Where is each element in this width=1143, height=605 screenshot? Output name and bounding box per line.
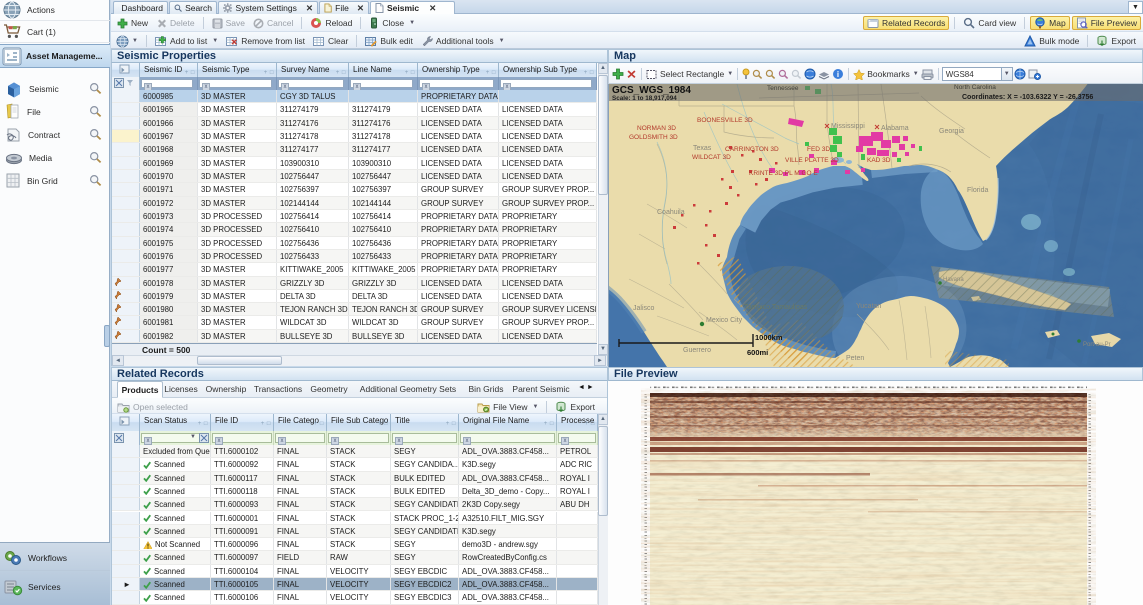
svg-text:Peten: Peten: [846, 355, 864, 362]
svg-text:Mexico City: Mexico City: [706, 317, 743, 324]
svg-text:Florida: Florida: [967, 187, 989, 194]
svg-text:CARRINGTON 3D: CARRINGTON 3D: [725, 146, 779, 153]
svg-text:600mi: 600mi: [747, 348, 768, 357]
svg-text:Yucatan: Yucatan: [856, 303, 881, 310]
svg-text:KAD 3D: KAD 3D: [867, 157, 891, 164]
svg-text:KRINTE 3D PL M GO E: KRINTE 3D PL M GO E: [749, 170, 818, 177]
svg-text:Port-au-Pr: Port-au-Pr: [1083, 342, 1111, 348]
svg-text:Alabama: Alabama: [881, 125, 909, 132]
svg-text:1000km: 1000km: [755, 333, 783, 342]
svg-text:Coordinates: X = -103.6322 Y =: Coordinates: X = -103.6322 Y = -26.3756: [962, 94, 1093, 101]
svg-text:Tennessee: Tennessee: [767, 85, 799, 92]
svg-text:GOLDSMITH 3D: GOLDSMITH 3D: [629, 134, 678, 141]
svg-text:WILDCAT 3D: WILDCAT 3D: [692, 154, 731, 161]
svg-text:NORMAN 3D: NORMAN 3D: [637, 125, 676, 132]
svg-text:Havana: Havana: [943, 277, 964, 283]
svg-text:Scale: 1 to 18,917,094: Scale: 1 to 18,917,094: [612, 95, 677, 102]
svg-text:i: i: [837, 70, 839, 79]
svg-text:Jalisco: Jalisco: [633, 305, 655, 312]
svg-text:Coahuila: Coahuila: [657, 209, 685, 216]
svg-text:Tampico Tamaulipas: Tampico Tamaulipas: [744, 304, 808, 311]
svg-text:Guerrero: Guerrero: [683, 347, 711, 354]
svg-text:VILLE PLATTE 3D: VILLE PLATTE 3D: [785, 157, 839, 164]
svg-text:FED 3D: FED 3D: [807, 146, 830, 153]
svg-text:Georgia: Georgia: [939, 128, 964, 135]
svg-text:Mississippi: Mississippi: [831, 123, 865, 130]
svg-text:North Carolina: North Carolina: [954, 84, 996, 91]
svg-text:Texas: Texas: [693, 145, 712, 152]
svg-text:BOONESVILLE 3D: BOONESVILLE 3D: [697, 117, 753, 124]
